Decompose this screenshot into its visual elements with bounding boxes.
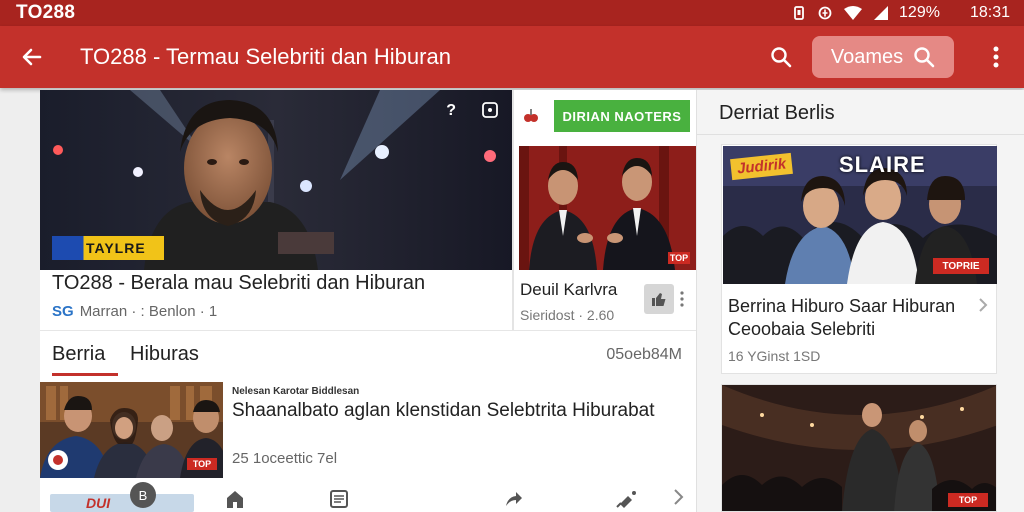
sidebar-article-title[interactable]: Berrina Hiburo Saar Hiburan Ceoobaia Sel… (728, 295, 974, 341)
article-icon[interactable] (328, 488, 350, 510)
data-saver-icon (817, 5, 833, 21)
status-bar-indicators: 129% 18:31 (791, 4, 1010, 22)
sidebar-image-tag: TOPRIE (933, 258, 989, 274)
back-button[interactable] (0, 26, 64, 88)
side-article-card[interactable]: DIRIAN NAOTERS TOP Deuil Karlvra Sierido (512, 90, 696, 330)
more-vert-icon (993, 46, 999, 68)
right-sidebar: Derriat Berlis Judirik SLAIRE TOPRIE Ber… (696, 90, 1024, 512)
hero-title[interactable]: TO288 - Berala mau Selebriti dan Hiburan (52, 272, 425, 295)
next-item-thumbnail[interactable]: DUI (50, 494, 194, 512)
side-card-tag: DIRIAN NAOTERS (554, 100, 690, 132)
sidebar-article-image: Judirik SLAIRE TOPRIE (723, 146, 997, 284)
sidebar-article-meta: 16 YGinst 1SD (728, 348, 821, 364)
hero-badge-text: TAYLRE (86, 240, 146, 256)
signal-icon (873, 5, 889, 21)
hero-badge: TAYLRE (52, 236, 164, 260)
side-card-thumb-tag: TOP (668, 252, 690, 264)
tab-berita[interactable]: Berria (52, 343, 105, 366)
category-icon (524, 109, 538, 122)
main-feed: TAYLRE ? TO288 - Berala mau Selebriti da… (40, 90, 696, 512)
home-icon[interactable] (224, 488, 246, 510)
side-card-meta: Sieridost · 2.60 (520, 307, 615, 323)
section-count: 05oeb84M (606, 346, 682, 363)
search-icon (914, 47, 935, 68)
search-icon (771, 47, 792, 68)
hero-meta: SG Marran · : Benlon · 1 (52, 303, 217, 320)
battery-percent: 129% (899, 4, 940, 21)
hero-article[interactable]: TAYLRE ? TO288 - Berala mau Selebriti da… (40, 90, 512, 330)
more-options-button[interactable] (970, 31, 1022, 83)
side-card-image: TOP (519, 146, 696, 270)
page-title: TO288 - Termau Selebriti dan Hiburan (80, 44, 451, 69)
search-chip[interactable]: Voames (812, 36, 954, 78)
chevron-right-icon[interactable] (978, 297, 988, 313)
section-tabs: Berria Hiburas 05oeb84M (40, 330, 696, 380)
list-item-meta: 25 1oceettic 7el (232, 450, 338, 467)
list-item-source: Nelesan Karotar Biddlesan (232, 386, 360, 397)
satellite-icon[interactable] (614, 488, 640, 510)
back-arrow-icon (22, 48, 42, 66)
sidebar-article-card[interactable]: Judirik SLAIRE TOPRIE Berrina Hiburo Saa… (721, 144, 997, 374)
sidebar-image-text-2: SLAIRE (839, 152, 926, 177)
list-item-thumbnail: TOP (40, 382, 223, 478)
side-card-actions (644, 284, 684, 314)
notification-badge[interactable]: B (130, 482, 156, 508)
thumb-up-icon (652, 293, 666, 306)
like-button[interactable] (644, 284, 674, 314)
play-icon[interactable] (48, 450, 68, 470)
status-bar-app-name: TO288 (16, 2, 76, 23)
status-bar: TO288 129% 18:31 (0, 0, 1024, 26)
side-card-header: DIRIAN NAOTERS (522, 100, 690, 132)
list-item-thumb-tag: TOP (187, 458, 217, 470)
divider (697, 134, 1024, 135)
bottom-navigation: DUI B (40, 482, 696, 512)
search-button[interactable] (758, 34, 804, 80)
tab-hiburan[interactable]: Hiburas (130, 343, 199, 366)
right-sidebar-title: Derriat Berlis (719, 102, 835, 124)
search-chip-label: Voames (830, 45, 904, 68)
app-bar: TO288 - Termau Selebriti dan Hiburan Voa… (0, 26, 1024, 88)
chevron-right-icon[interactable] (672, 488, 684, 506)
hero-source: SG (52, 303, 74, 320)
help-icon[interactable]: ? (446, 102, 456, 123)
vibrate-icon (791, 5, 807, 21)
sidebar-article-card-2[interactable]: TOP (721, 384, 997, 512)
list-item[interactable]: TOP Nelesan Karotar Biddlesan Shaanalbat… (40, 382, 696, 478)
hero-top-icons: ? (446, 102, 498, 123)
status-bar-time: 18:31 (969, 4, 1010, 21)
side-card-title[interactable]: Deuil Karlvra (520, 280, 617, 300)
next-item-thumb-text: DUI (86, 495, 111, 511)
cast-icon[interactable] (482, 102, 498, 123)
share-icon[interactable] (502, 488, 524, 510)
more-vert-icon[interactable] (680, 290, 684, 308)
wifi-icon (843, 5, 863, 21)
active-tab-indicator (52, 373, 118, 376)
hero-meta-text: Marran · : Benlon · 1 (79, 303, 218, 320)
sidebar-image-2-tag: TOP (948, 493, 988, 507)
list-item-title[interactable]: Shaanalbato aglan klenstidan Selebtrita … (232, 398, 682, 423)
